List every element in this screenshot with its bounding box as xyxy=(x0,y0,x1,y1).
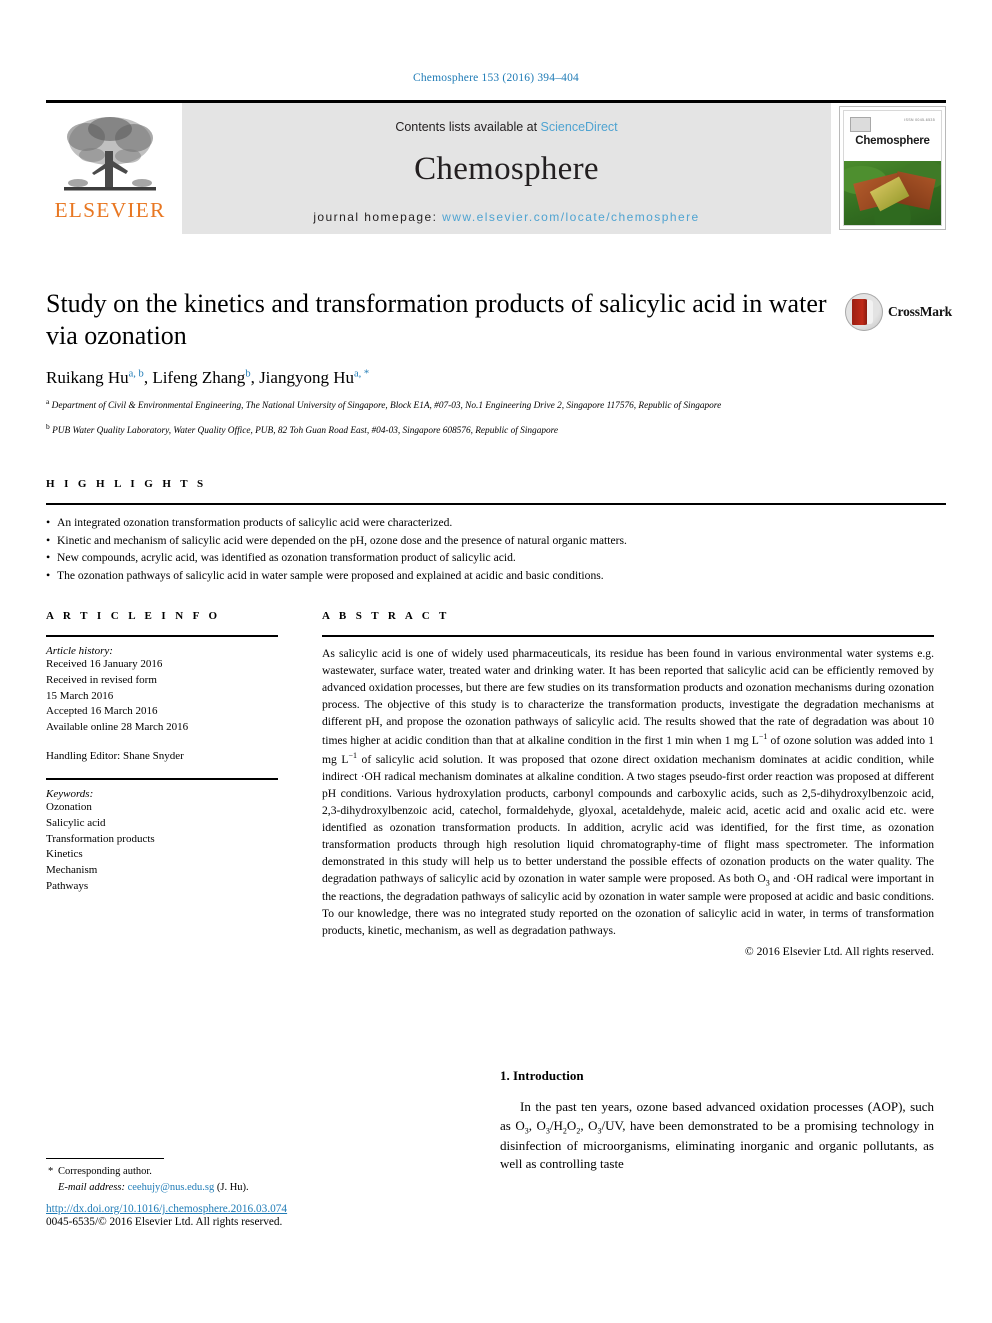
keyword-item: Ozonation xyxy=(46,800,92,813)
keyword-item: Transformation products xyxy=(46,832,155,845)
highlights-divider xyxy=(46,503,946,505)
footnote-divider xyxy=(46,1158,164,1159)
article-history-line: 15 March 2016 xyxy=(46,689,114,702)
article-info-divider xyxy=(46,635,278,637)
email-suffix: (J. Hu). xyxy=(216,1181,249,1193)
elsevier-tree-icon xyxy=(64,117,156,191)
author-name: Lifeng Zhang xyxy=(152,368,246,388)
email-link[interactable]: ceehujy@nus.edu.sg xyxy=(128,1182,215,1193)
author-name: Ruikang Hu xyxy=(46,368,129,388)
introduction-section: 1. Introduction In the past ten years, o… xyxy=(500,1068,934,1174)
highlight-item: New compounds, acrylic acid, was identif… xyxy=(46,548,946,567)
corresponding-author-label: Corresponding author. xyxy=(58,1166,152,1177)
doi-block: http://dx.doi.org/10.1016/j.chemosphere.… xyxy=(46,1203,466,1228)
elsevier-wordmark: ELSEVIER xyxy=(54,198,166,222)
affiliation-mark: a xyxy=(46,397,50,407)
email-line: E-mail address: ceehujy@nus.edu.sg (J. H… xyxy=(46,1180,446,1196)
journal-cover-thumbnail: ISSN 0045-6535 Chemosphere xyxy=(839,106,946,230)
doi-link[interactable]: http://dx.doi.org/10.1016/j.chemosphere.… xyxy=(46,1203,466,1215)
introduction-paragraph: In the past ten years, ozone based advan… xyxy=(500,1099,935,1172)
author-name: Jiangyong Hu xyxy=(259,368,354,388)
cover-photo xyxy=(844,161,941,225)
abstract-divider xyxy=(322,635,934,637)
author-separator: , xyxy=(250,368,260,388)
author-affiliation-mark[interactable]: a, b xyxy=(129,369,144,380)
journal-band: Contents lists available at ScienceDirec… xyxy=(182,103,831,234)
article-history-line: Accepted 16 March 2016 xyxy=(46,705,158,718)
cover-publisher-icon xyxy=(850,117,871,132)
issn-copyright-line: 0045-6535/© 2016 Elsevier Ltd. All right… xyxy=(46,1216,283,1228)
article-history-line: Received in revised form xyxy=(46,673,157,686)
affiliation-1: b PUB Water Quality Laboratory, Water Qu… xyxy=(46,422,836,438)
article-info-heading: A R T I C L E I N F O xyxy=(46,610,221,622)
corresponding-author-line: * Corresponding author. xyxy=(46,1164,446,1180)
title-block: Study on the kinetics and transformation… xyxy=(46,288,836,438)
article-history-line: Received 16 January 2016 xyxy=(46,658,163,670)
crossmark-label: CrossMark xyxy=(888,304,952,319)
journal-homepage-line: journal homepage: www.elsevier.com/locat… xyxy=(182,210,831,224)
page-title: Study on the kinetics and transformation… xyxy=(46,289,827,350)
homepage-prefix: journal homepage: xyxy=(313,210,443,224)
journal-masthead: ELSEVIER Contents lists available at Sci… xyxy=(46,100,946,237)
article-history-label: Article history: xyxy=(46,645,113,657)
highlight-item: An integrated ozonation transformation p… xyxy=(46,513,946,532)
keyword-item: Salicylic acid xyxy=(46,816,106,829)
keywords-label: Keywords: xyxy=(46,787,94,800)
abstract-section: A B S T R A C T As salicylic acid is one… xyxy=(322,610,934,958)
author-list: Ruikang Hua, b, Lifeng Zhangb, Jiangyong… xyxy=(46,368,836,388)
article-history-line: Available online 28 March 2016 xyxy=(46,721,189,734)
paper-first-page: Chemosphere 153 (2016) 394–404 ELSEVIER … xyxy=(0,0,992,1323)
keyword-item: Mechanism xyxy=(46,864,98,877)
abstract-heading: A B S T R A C T xyxy=(322,610,450,622)
introduction-heading: 1. Introduction xyxy=(500,1068,584,1083)
journal-title: Chemosphere xyxy=(414,151,599,187)
cover-issn-text: ISSN 0045-6535 xyxy=(904,118,935,122)
sciencedirect-link[interactable]: ScienceDirect xyxy=(541,120,618,134)
keyword-item: Kinetics xyxy=(46,848,83,861)
journal-homepage-link[interactable]: www.elsevier.com/locate/chemosphere xyxy=(442,210,700,224)
abstract-copyright: © 2016 Elsevier Ltd. All rights reserved… xyxy=(744,944,934,958)
highlights-heading: H I G H L I G H T S xyxy=(46,478,207,490)
article-info-section: A R T I C L E I N F O Article history: R… xyxy=(46,610,278,895)
contents-lists-prefix: Contents lists available at xyxy=(395,120,541,134)
cover-journal-title: Chemosphere xyxy=(855,135,930,147)
keywords-divider xyxy=(46,777,278,780)
highlight-item: The ozonation pathways of salicylic acid… xyxy=(46,566,946,585)
corresponding-author-footnote: * Corresponding author. E-mail address: … xyxy=(46,1158,446,1196)
author-0: Ruikang Hua, b, xyxy=(46,368,152,387)
crossmark-icon xyxy=(845,293,883,331)
elsevier-logo: ELSEVIER xyxy=(46,103,174,234)
crossmark-badge[interactable]: CrossMark xyxy=(845,291,952,333)
affiliation-0: a Department of Civil & Environmental En… xyxy=(46,397,836,413)
highlight-item: Kinetic and mechanism of salicylic acid … xyxy=(46,531,946,550)
highlights-section: H I G H L I G H T S An integrated ozonat… xyxy=(46,478,946,584)
running-head: Chemosphere 153 (2016) 394–404 xyxy=(412,72,580,84)
affiliation-text: Department of Civil & Environmental Engi… xyxy=(51,401,722,412)
author-affiliation-mark[interactable]: a, * xyxy=(354,369,369,380)
keyword-item: Pathways xyxy=(46,880,89,893)
affiliation-mark: b xyxy=(46,421,50,431)
abstract-text: As salicylic acid is one of widely used … xyxy=(322,647,935,937)
handling-editor: Handling Editor: Shane Snyder xyxy=(46,750,184,763)
affiliation-text: PUB Water Quality Laboratory, Water Qual… xyxy=(52,426,559,437)
contents-lists-line: Contents lists available at ScienceDirec… xyxy=(182,103,831,134)
footnote-star: * xyxy=(48,1166,54,1177)
email-label: E-mail address: xyxy=(58,1181,125,1193)
author-1: Lifeng Zhangb, xyxy=(152,368,259,387)
author-2: Jiangyong Hua, * xyxy=(259,368,369,387)
